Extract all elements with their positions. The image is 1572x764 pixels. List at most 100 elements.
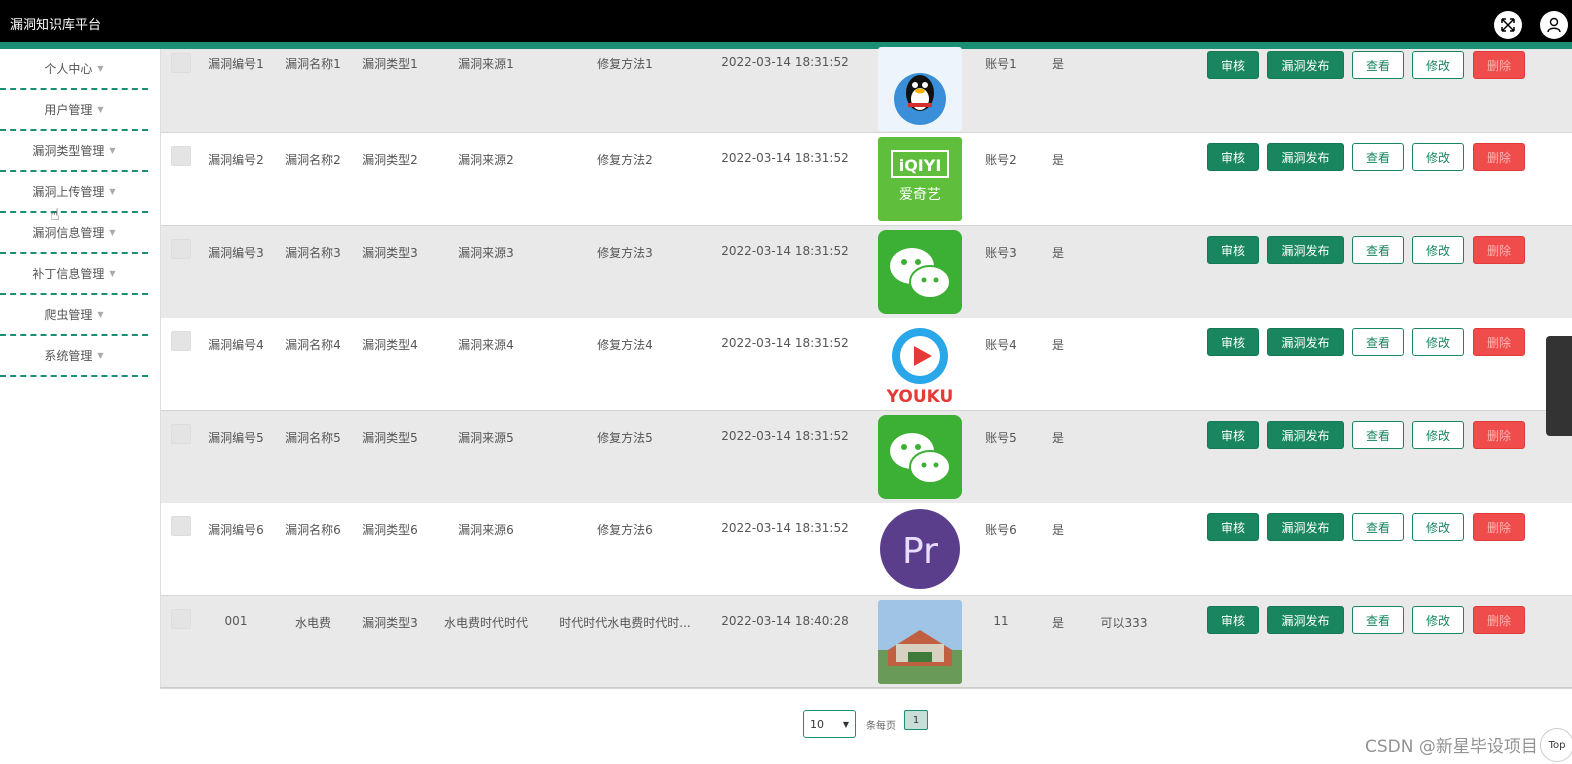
sidebar-item-label: 个人中心 <box>44 62 93 76</box>
fullscreen-button[interactable] <box>1494 11 1522 39</box>
top-bar: 漏洞知识库平台 <box>0 0 1572 49</box>
caret-down-icon: ▼ <box>97 351 104 360</box>
review-button[interactable]: 审核 <box>1207 328 1259 356</box>
review-button[interactable]: 审核 <box>1207 51 1259 79</box>
edit-button[interactable]: 修改 <box>1412 51 1464 79</box>
publish-vulnerability-button[interactable]: 漏洞发布 <box>1267 143 1344 171</box>
page-button-current[interactable]: 1 <box>904 710 928 730</box>
view-button[interactable]: 查看 <box>1352 51 1404 79</box>
caret-down-icon: ▼ <box>109 187 116 196</box>
caret-down-icon: ▼ <box>109 228 116 237</box>
sidebar-item-label: 漏洞信息管理 <box>32 226 105 240</box>
edit-button[interactable]: 修改 <box>1412 606 1464 634</box>
publish-vulnerability-button[interactable]: 漏洞发布 <box>1267 421 1344 449</box>
header-accent-bar <box>0 42 1572 49</box>
cell-vuln-no: 漏洞编号5 <box>208 431 264 445</box>
delete-button[interactable]: 删除 <box>1473 236 1525 264</box>
review-button[interactable]: 审核 <box>1207 143 1259 171</box>
page-size-select[interactable]: 10 ▼ <box>803 710 856 738</box>
row-checkbox[interactable] <box>171 609 191 629</box>
sidebar-item[interactable]: 漏洞上传管理 ▼ <box>0 172 148 213</box>
edit-button[interactable]: 修改 <box>1412 421 1464 449</box>
view-button[interactable]: 查看 <box>1352 328 1404 356</box>
delete-button[interactable]: 删除 <box>1473 513 1525 541</box>
review-button[interactable]: 审核 <box>1207 513 1259 541</box>
view-button[interactable]: 查看 <box>1352 236 1404 264</box>
view-button[interactable]: 查看 <box>1352 143 1404 171</box>
cell-vuln-name: 漏洞名称1 <box>285 57 341 71</box>
sidebar-item[interactable]: 系统管理 ▼ <box>0 336 148 377</box>
edit-button[interactable]: 修改 <box>1412 513 1464 541</box>
cell-account: 11 <box>993 614 1009 628</box>
page-size-value: 10 <box>810 717 824 731</box>
table-row: 漏洞编号3 漏洞名称3 漏洞类型3 漏洞来源3 修复方法3 2022-03-14 18:3… <box>161 226 1572 319</box>
row-checkbox[interactable] <box>171 239 191 259</box>
sidebar-item-label: 补丁信息管理 <box>32 267 105 281</box>
side-drawer-handle[interactable] <box>1546 336 1572 436</box>
cell-fix-method: 修复方法6 <box>597 523 653 537</box>
sidebar-item-label: 爬虫管理 <box>44 308 93 322</box>
sidebar-item[interactable]: 个人中心 ▼ <box>0 49 148 90</box>
sidebar-item[interactable]: 漏洞信息管理 ▼ <box>0 213 148 254</box>
wechat-logo-image <box>878 415 962 499</box>
sidebar-item[interactable]: 漏洞类型管理 ▼ <box>0 131 148 172</box>
publish-vulnerability-button[interactable]: 漏洞发布 <box>1267 328 1344 356</box>
cell-flag: 是 <box>1051 338 1065 352</box>
cell-time: 2022-03-14 18:31:52 <box>721 521 849 535</box>
cell-vuln-name: 漏洞名称5 <box>285 431 341 445</box>
delete-button[interactable]: 删除 <box>1473 421 1525 449</box>
publish-vulnerability-button[interactable]: 漏洞发布 <box>1267 236 1344 264</box>
cell-account: 账号3 <box>985 246 1017 260</box>
cell-vuln-source: 水电费时代时代 <box>443 616 529 630</box>
cell-time: 2022-03-14 18:31:52 <box>721 55 849 69</box>
cell-vuln-no: 漏洞编号6 <box>208 523 264 537</box>
back-to-top-button[interactable]: Top <box>1540 728 1572 762</box>
sidebar-item[interactable]: 补丁信息管理 ▼ <box>0 254 148 295</box>
delete-button[interactable]: 删除 <box>1473 328 1525 356</box>
table-row: 漏洞编号1 漏洞名称1 漏洞类型1 漏洞来源1 修复方法1 2022-03-14 18:3… <box>161 47 1572 133</box>
row-checkbox[interactable] <box>171 331 191 351</box>
cell-time: 2022-03-14 18:31:52 <box>721 151 849 165</box>
chevron-down-icon: ▼ <box>842 719 849 729</box>
caret-down-icon: ▼ <box>97 105 104 114</box>
publish-vulnerability-button[interactable]: 漏洞发布 <box>1267 606 1344 634</box>
cell-flag: 是 <box>1051 616 1065 630</box>
sidebar: 个人中心 ▼ 用户管理 ▼ 漏洞类型管理 ▼ 漏洞上传管理 ▼ 漏洞信息管理 ▼ 补丁信息管理 ▼ 爬虫… <box>0 49 160 764</box>
cell-vuln-type: 漏洞类型1 <box>362 57 418 71</box>
edit-button[interactable]: 修改 <box>1412 143 1464 171</box>
review-button[interactable]: 审核 <box>1207 236 1259 264</box>
edit-button[interactable]: 修改 <box>1412 328 1464 356</box>
iqiyi-logo-image: iQIYI 爱奇艺 <box>878 137 962 221</box>
row-checkbox[interactable] <box>171 146 191 166</box>
review-button[interactable]: 审核 <box>1207 421 1259 449</box>
cell-flag: 是 <box>1051 523 1065 537</box>
publish-vulnerability-button[interactable]: 漏洞发布 <box>1267 513 1344 541</box>
edit-button[interactable]: 修改 <box>1412 236 1464 264</box>
cell-time: 2022-03-14 18:31:52 <box>721 336 849 350</box>
delete-button[interactable]: 删除 <box>1473 51 1525 79</box>
caret-down-icon: ▼ <box>109 146 116 155</box>
view-button[interactable]: 查看 <box>1352 421 1404 449</box>
sidebar-item[interactable]: 用户管理 ▼ <box>0 90 148 131</box>
cell-account: 账号5 <box>985 431 1017 445</box>
delete-button[interactable]: 删除 <box>1473 606 1525 634</box>
cell-vuln-source: 漏洞来源3 <box>458 246 514 260</box>
row-checkbox[interactable] <box>171 424 191 444</box>
delete-button[interactable]: 删除 <box>1473 143 1525 171</box>
view-button[interactable]: 查看 <box>1352 606 1404 634</box>
row-checkbox[interactable] <box>171 53 191 73</box>
cell-vuln-source: 漏洞来源2 <box>458 153 514 167</box>
cell-vuln-no: 001 <box>224 614 248 628</box>
sidebar-item[interactable]: 爬虫管理 ▼ <box>0 295 148 336</box>
user-menu-button[interactable] <box>1540 11 1568 39</box>
row-checkbox[interactable] <box>171 516 191 536</box>
cell-fix-method: 修复方法4 <box>597 338 653 352</box>
review-button[interactable]: 审核 <box>1207 606 1259 634</box>
cell-vuln-type: 漏洞类型3 <box>362 616 418 630</box>
table-row: 001 水电费 漏洞类型3 水电费时代时代 时代时代水电费时代时... 2022-03-1… <box>161 596 1572 689</box>
publish-vulnerability-button[interactable]: 漏洞发布 <box>1267 51 1344 79</box>
cell-vuln-type: 漏洞类型3 <box>362 246 418 260</box>
data-table: 漏洞编号1 漏洞名称1 漏洞类型1 漏洞来源1 修复方法1 2022-03-14 18:3… <box>160 47 1572 689</box>
sidebar-item-label: 漏洞上传管理 <box>32 185 105 199</box>
view-button[interactable]: 查看 <box>1352 513 1404 541</box>
